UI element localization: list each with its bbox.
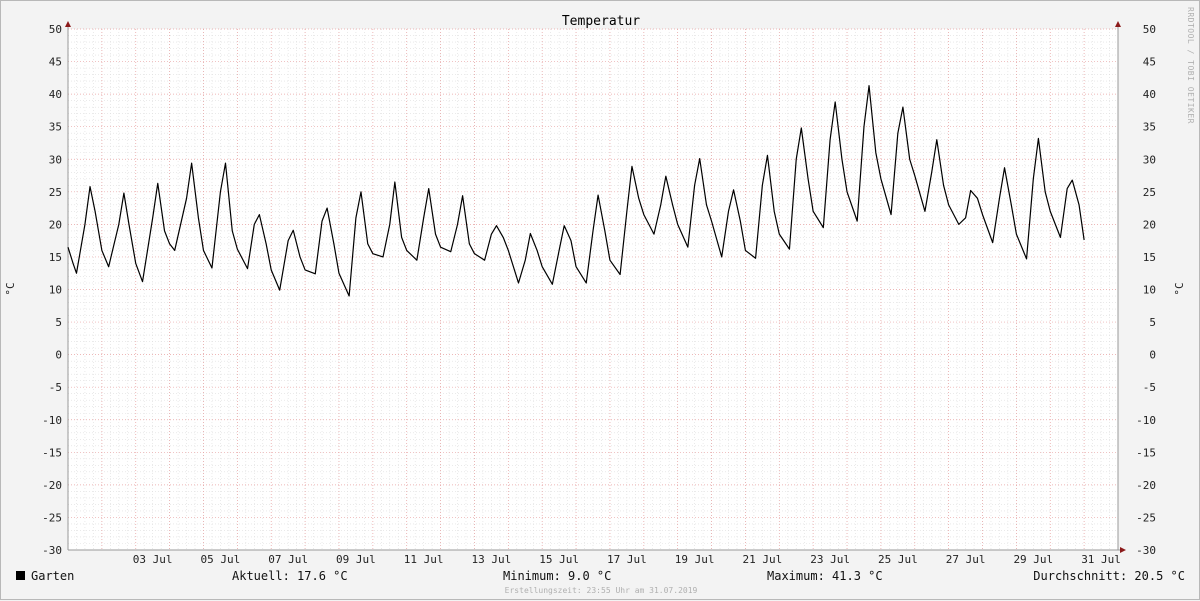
y-tick-label-left: -15 (42, 446, 62, 459)
x-tick-label: 11 Jul (404, 553, 444, 566)
y-axis-label-left: °C (4, 282, 17, 295)
y-tick-label-right: -15 (1136, 446, 1156, 459)
creation-timestamp: Erstellungszeit: 23:55 Uhr am 31.07.2019 (505, 586, 698, 595)
y-tick-label-left: 5 (55, 316, 62, 329)
x-tick-label: 25 Jul (878, 553, 918, 566)
y-axis-right-arrow (1115, 21, 1121, 27)
y-tick-label-left: 35 (49, 121, 62, 134)
legend-maximum: Maximum: 41.3 °C (767, 569, 883, 583)
y-axis-label-right: °C (1173, 282, 1186, 295)
y-axis-left-arrow (65, 21, 71, 27)
y-tick-label-left: 15 (49, 251, 62, 264)
chart-title: Temperatur (562, 14, 640, 29)
x-tick-label: 23 Jul (810, 553, 850, 566)
y-tick-label-right: 15 (1143, 251, 1156, 264)
x-tick-label: 09 Jul (336, 553, 376, 566)
y-tick-label-right: 5 (1149, 316, 1156, 329)
y-tick-label-right: -5 (1143, 381, 1156, 394)
temperature-chart: 50454035302520151050-5-10-15-20-25-30 50… (4, 7, 1195, 595)
y-tick-label-right: 20 (1143, 218, 1156, 231)
y-tick-label-right: 30 (1143, 153, 1156, 166)
y-tick-label-left: 20 (49, 218, 62, 231)
x-tick-label: 07 Jul (268, 553, 308, 566)
x-tick-label: 27 Jul (946, 553, 986, 566)
y-tick-label-right: 0 (1149, 349, 1156, 362)
y-ticks-left: 50454035302520151050-5-10-15-20-25-30 (42, 23, 62, 557)
y-tick-label-right: 40 (1143, 88, 1156, 101)
legend-average: Durchschnitt: 20.5 °C (1033, 569, 1185, 583)
y-tick-label-left: 40 (49, 88, 62, 101)
y-tick-label-left: 30 (49, 153, 62, 166)
legend-swatch (16, 571, 25, 580)
y-tick-label-right: -25 (1136, 511, 1156, 524)
y-tick-label-left: -25 (42, 511, 62, 524)
y-tick-label-left: -5 (49, 381, 62, 394)
x-ticks: 03 Jul 05 Jul 07 Jul 09 Jul 11 Jul 13 Jul 15 J… (133, 553, 1121, 566)
x-tick-label: 15 Jul (539, 553, 579, 566)
x-tick-label: 19 Jul (675, 553, 715, 566)
y-tick-label-left: -30 (42, 544, 62, 557)
y-tick-label-right: 10 (1143, 284, 1156, 297)
y-tick-label-right: -10 (1136, 414, 1156, 427)
y-tick-label-right: -20 (1136, 479, 1156, 492)
x-tick-label: 31 Jul (1081, 553, 1121, 566)
x-tick-label: 05 Jul (201, 553, 241, 566)
legend-current: Aktuell: 17.6 °C (232, 569, 348, 583)
y-tick-label-left: 0 (55, 349, 62, 362)
y-tick-label-right: 50 (1143, 23, 1156, 36)
y-tick-label-right: 45 (1143, 56, 1156, 69)
graph-frame: 50 45 40 35 30 25 20 15 10 5 0 -5 -10 -15 -20 -25 -30 50… (0, 0, 1200, 600)
y-tick-label-left: 25 (49, 186, 62, 199)
rrdtool-watermark: RRDTOOL / TOBI OETIKER (1186, 7, 1195, 124)
y-tick-label-left: 45 (49, 56, 62, 69)
x-tick-label: 17 Jul (607, 553, 647, 566)
y-ticks-right: 50454035302520151050-5-10-15-20-25-30 (1136, 23, 1156, 557)
x-tick-label: 29 Jul (1013, 553, 1053, 566)
y-tick-label-right: 25 (1143, 186, 1156, 199)
x-tick-label: 13 Jul (472, 553, 512, 566)
y-tick-label-left: 10 (49, 284, 62, 297)
y-tick-label-right: 35 (1143, 121, 1156, 134)
x-tick-label: 03 Jul (133, 553, 173, 566)
legend-minimum: Minimum: 9.0 °C (503, 569, 611, 583)
legend-series-name: Garten (31, 569, 74, 583)
x-tick-label: 21 Jul (742, 553, 782, 566)
y-tick-label-left: 50 (49, 23, 62, 36)
y-tick-label-right: -30 (1136, 544, 1156, 557)
y-tick-label-left: -10 (42, 414, 62, 427)
y-tick-label-left: -20 (42, 479, 62, 492)
